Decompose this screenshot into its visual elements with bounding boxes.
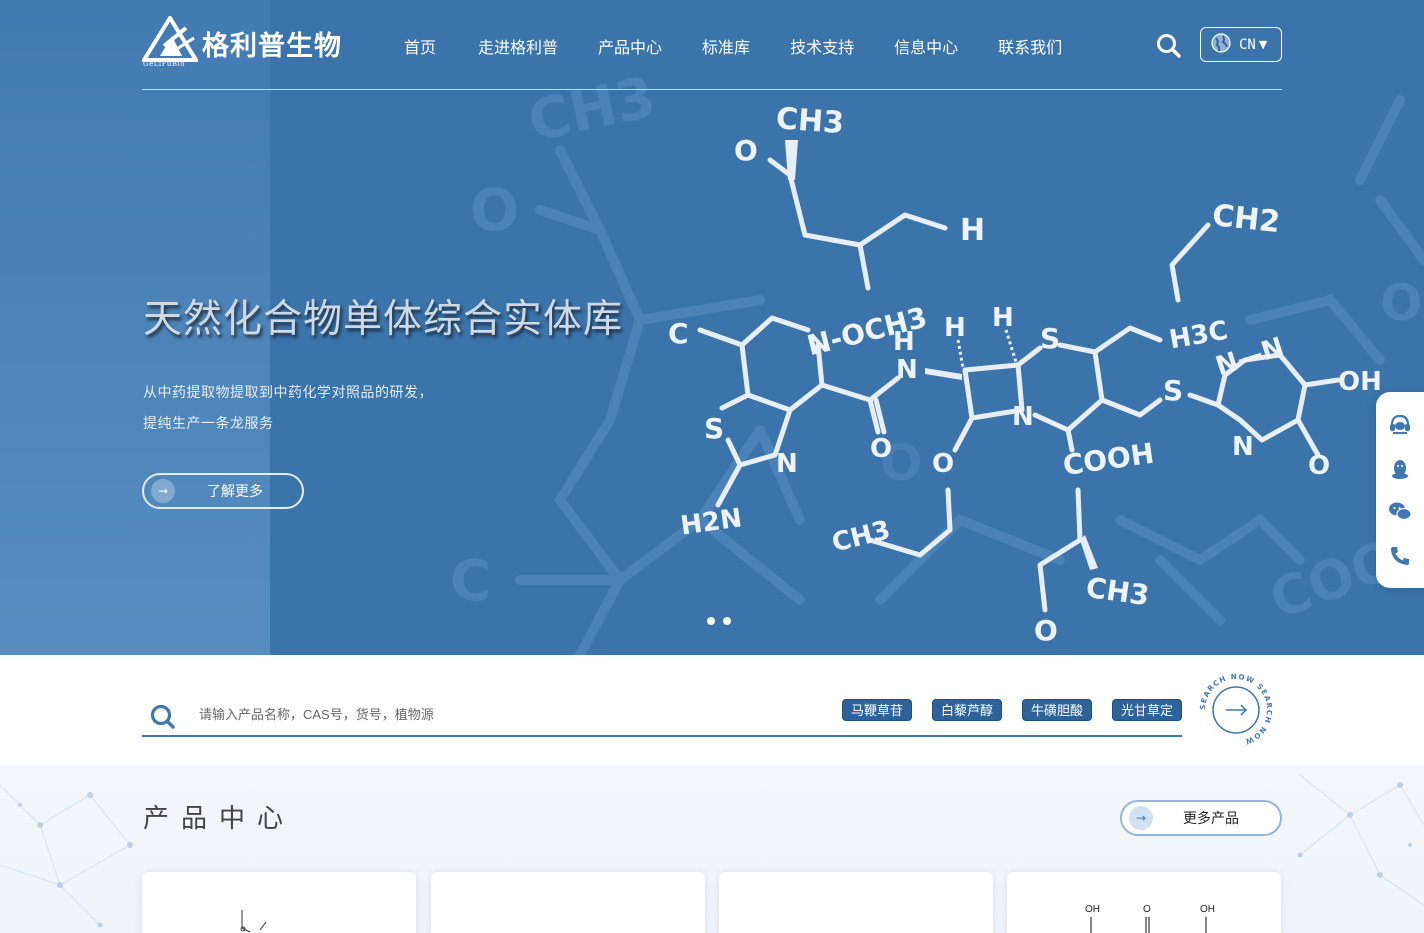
formula-n-left: N: [776, 449, 798, 479]
learn-more-button[interactable]: → 了解更多: [142, 473, 304, 509]
wechat-icon[interactable]: [1388, 499, 1412, 523]
logo[interactable]: GeLiPuBio 格利普生物: [140, 14, 342, 70]
arrow-right-icon: [1226, 704, 1248, 716]
logo-subtext: GeLiPuBio: [143, 60, 185, 68]
formula-nh: N: [896, 355, 918, 385]
formula-o-ring: O: [932, 449, 954, 479]
phone-icon[interactable]: [1388, 544, 1412, 568]
formula-h1: H: [893, 327, 915, 357]
slider-dot-1[interactable]: [707, 617, 715, 625]
language-label: CN: [1239, 36, 1256, 53]
search-icon[interactable]: [150, 704, 178, 732]
site-header: GeLiPuBio 格利普生物 首页 走进格利普 产品中心 标准库 技术支持 信…: [140, 0, 1282, 90]
globe-icon: [1211, 32, 1231, 57]
formula-s-right: S: [1163, 374, 1183, 407]
product-cards: OH O OH: [142, 872, 1282, 933]
nav-item-products[interactable]: 产品中心: [598, 34, 662, 58]
product-search-input[interactable]: [199, 700, 829, 728]
more-products-label: 更多产品: [1183, 811, 1239, 827]
product-card-2[interactable]: [431, 872, 705, 933]
nav-item-support[interactable]: 技术支持: [790, 34, 854, 58]
language-selector[interactable]: CN ▼: [1200, 27, 1282, 62]
formula-s-ring: S: [1040, 322, 1060, 355]
logo-mark-icon: GeLiPuBio: [140, 14, 200, 70]
arrow-right-icon: →: [1129, 806, 1153, 830]
nav-item-standards[interactable]: 标准库: [702, 34, 750, 58]
hot-tag-1[interactable]: 马鞭草苷: [842, 699, 913, 721]
hero-description: 从中药提取物提取到中药化学对照品的研发， 提纯生产一条龙服务: [143, 378, 433, 440]
hot-tag-3[interactable]: 牛磺胆酸: [1022, 699, 1093, 721]
formula-o-amide: O: [870, 434, 892, 464]
arrow-right-icon: →: [151, 479, 175, 503]
floating-contact-bar: [1376, 392, 1424, 588]
product-card-1[interactable]: [142, 872, 416, 933]
hot-search-tags: 马鞭草苷 白藜芦醇 牛磺胆酸 光甘草定: [842, 699, 1202, 721]
main-nav: 首页 走进格利普 产品中心 标准库 技术支持 信息中心 联系我们: [404, 34, 1102, 58]
formula-cooh: COOH: [1061, 437, 1156, 482]
product-card-3[interactable]: [719, 872, 993, 933]
formula-h2n: H2N: [679, 503, 744, 541]
slider-dot-2[interactable]: [723, 617, 731, 625]
hero-description-line-2: 提纯生产一条龙服务: [143, 416, 274, 432]
formula-o-top: O: [734, 134, 758, 167]
formula-oh: OH: [1338, 367, 1382, 397]
formula-o-right: O: [1308, 451, 1330, 481]
nav-item-home[interactable]: 首页: [404, 34, 436, 58]
learn-more-label: 了解更多: [207, 484, 263, 500]
hero-title: 天然化合物单体综合实体库: [143, 297, 624, 342]
formula-ch3-bottom: CH3: [1084, 571, 1151, 613]
formula-n-ring: N: [1012, 402, 1034, 432]
formula-ch2: CH2: [1210, 198, 1281, 240]
formula-h3c: H3C: [1167, 316, 1230, 356]
nav-item-about[interactable]: 走进格利普: [478, 34, 558, 58]
customer-service-icon[interactable]: [1388, 412, 1412, 436]
formula-n-right: N: [1232, 432, 1254, 462]
formula-ch3-top: CH3: [775, 101, 845, 141]
header-search-icon[interactable]: [1156, 33, 1182, 59]
caret-down-icon: ▼: [1258, 38, 1268, 51]
formula-o-low: O: [1034, 614, 1058, 647]
formula-s-left: S: [704, 412, 724, 445]
hot-tag-4[interactable]: 光甘草定: [1112, 699, 1183, 721]
nav-item-news[interactable]: 信息中心: [894, 34, 958, 58]
hot-tag-2[interactable]: 白藜芦醇: [932, 699, 1003, 721]
slider-dots: [707, 617, 739, 625]
formula-ch3-low: CH3: [829, 515, 893, 558]
formula-c-left: C: [668, 317, 689, 350]
qq-icon[interactable]: [1388, 458, 1412, 482]
more-products-button[interactable]: → 更多产品: [1120, 800, 1282, 836]
formula-h3: H: [992, 303, 1014, 333]
nav-item-contact[interactable]: 联系我们: [998, 34, 1062, 58]
molecule-structure-icon: [240, 910, 267, 933]
search-now-button[interactable]: SEARCH NOW SEARCH NOW: [1198, 672, 1274, 748]
formula-h-top: H: [960, 213, 985, 248]
logo-text: 格利普生物: [202, 30, 342, 62]
product-search-bar: 马鞭草苷 白藜芦醇 牛磺胆酸 光甘草定: [142, 690, 1183, 737]
products-section-title: 产品中心: [143, 804, 296, 834]
formula-h2: H: [944, 313, 966, 343]
hero-banner: CH3 O C COO O O CH3 O H CH2 N-OCH3 C S N…: [0, 0, 1424, 655]
molecule-structure-icon: [1090, 917, 1207, 933]
product-card-4[interactable]: OH O OH: [1007, 872, 1281, 933]
hero-description-line-1: 从中药提取物提取到中药化学对照品的研发，: [143, 385, 433, 401]
